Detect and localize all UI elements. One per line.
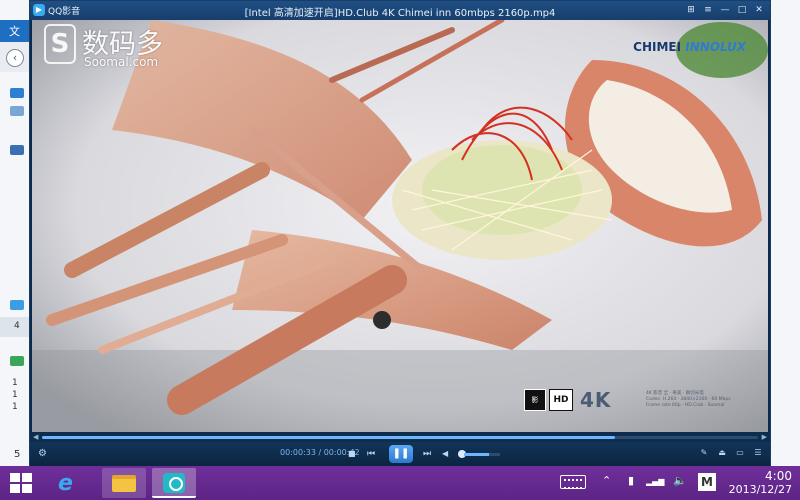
qq-player-icon [163, 473, 185, 493]
screen-icon[interactable]: ▭ [734, 447, 746, 459]
selected-item[interactable]: 4 [0, 317, 30, 337]
progress-bar[interactable] [42, 436, 758, 439]
internet-explorer-icon: e [58, 471, 73, 496]
watermark-en: Soomal.com [84, 55, 159, 69]
time-current: 00:00:33 [280, 448, 316, 457]
skin-icon[interactable]: ⊞ [684, 3, 698, 17]
tray-chevron-icon[interactable]: ⌃ [602, 474, 611, 487]
taskbar-ie[interactable]: e [48, 468, 92, 498]
seek-back-icon[interactable]: ◀ [33, 433, 38, 441]
clock[interactable]: 4:00 2013/12/27 [729, 469, 792, 496]
right-tools: ✎ ⏏ ▭ ☰ [698, 447, 764, 459]
ribbon-file-tab[interactable]: 文 [0, 20, 30, 42]
video-title: [Intel 高清加速开启]HD.Club 4K Chimei inn 60mb… [244, 8, 556, 19]
brand-part1: CHIMEI [633, 40, 682, 54]
credit-line: Frame rate 60p · HD.Club · Soomal [646, 403, 725, 408]
network-icon[interactable]: ▂▄▆ [646, 477, 664, 486]
chimei-innolux-logo: CHIMEI INNOLUX [633, 40, 746, 54]
close-button[interactable]: ✕ [752, 3, 766, 17]
progress-fill [42, 436, 615, 439]
pause-button[interactable]: ❚❚ [389, 445, 413, 463]
maximize-button[interactable]: □ [735, 3, 749, 17]
qq-player-window: ▶ QQ影音 [Intel 高清加速开启]HD.Club 4K Chimei i… [29, 0, 771, 466]
taskbar-qq-player[interactable] [152, 468, 196, 498]
globe-icon[interactable] [10, 356, 24, 366]
next-button[interactable]: ⏭ [423, 447, 431, 461]
hdclub-badge: 影 HD 4K [524, 388, 611, 412]
item-count: 5 [14, 449, 21, 460]
battery-icon[interactable]: ▮ [628, 474, 634, 487]
sound-icon[interactable]: 🔈 [673, 474, 687, 487]
taskbar-file-explorer[interactable] [102, 468, 146, 498]
playlist-icon[interactable]: ☰ [752, 447, 764, 459]
badge-4k: 4K [580, 388, 612, 412]
folder-icon [112, 475, 136, 492]
video-credits: 4K 影音 全 · 奇美 · 群创光电 Codec: H.264 · 3840×… [646, 391, 766, 409]
control-bar: ⚙ 00:00:33 / 00:00:42 ■ ⏮ ❚❚ ⏭ ◀ ✎ ⏏ ▭ ☰ [30, 442, 770, 466]
brand-part2: INNOLUX [685, 40, 746, 54]
clock-time: 4:00 [765, 469, 792, 483]
soomal-logo-icon: S [44, 24, 76, 64]
progress-row: ◀ ▶ [30, 432, 770, 442]
menu-icon[interactable]: ≡ [701, 3, 715, 17]
badge-box1: 影 [524, 389, 546, 411]
time-separator: / [315, 448, 324, 457]
ime-indicator[interactable]: M [698, 473, 716, 491]
settings-icon[interactable]: ⚙ [38, 447, 47, 461]
tools-icon[interactable]: ✎ [698, 447, 710, 459]
onedrive-icon[interactable] [10, 88, 24, 98]
item-number: 1 [12, 402, 18, 412]
previous-button[interactable]: ⏮ [367, 447, 375, 461]
volume-fill [464, 453, 490, 456]
seek-forward-icon[interactable]: ▶ [762, 433, 767, 441]
window-controls: ⊞ ≡ — □ ✕ [684, 3, 766, 17]
video-frame[interactable]: S 数码多 Soomal.com CHIMEI INNOLUX 影 HD 4K … [32, 20, 768, 432]
minimize-button[interactable]: — [718, 3, 732, 17]
taskbar: e ⌃ ▮ ▂▄▆ 🔈 M 4:00 2013/12/27 [0, 466, 800, 500]
badge-hd: HD [549, 389, 573, 411]
eject-icon[interactable]: ⏏ [716, 447, 728, 459]
drive-icon[interactable] [10, 300, 24, 310]
item-number: 1 [12, 378, 18, 388]
computer-icon[interactable] [10, 145, 24, 155]
volume-slider[interactable] [464, 453, 500, 456]
volume-icon[interactable]: ◀ [442, 447, 448, 461]
stop-button[interactable]: ■ [348, 447, 356, 461]
back-button[interactable]: ‹ [6, 49, 24, 67]
title-bar[interactable]: ▶ QQ影音 [Intel 高清加速开启]HD.Club 4K Chimei i… [30, 1, 770, 20]
item-number: 1 [12, 390, 18, 400]
windows-start-icon[interactable] [10, 473, 32, 493]
touch-keyboard-icon[interactable] [560, 475, 586, 489]
network-icon[interactable] [10, 106, 24, 116]
clock-date: 2013/12/27 [728, 483, 792, 496]
video-image [32, 20, 768, 432]
